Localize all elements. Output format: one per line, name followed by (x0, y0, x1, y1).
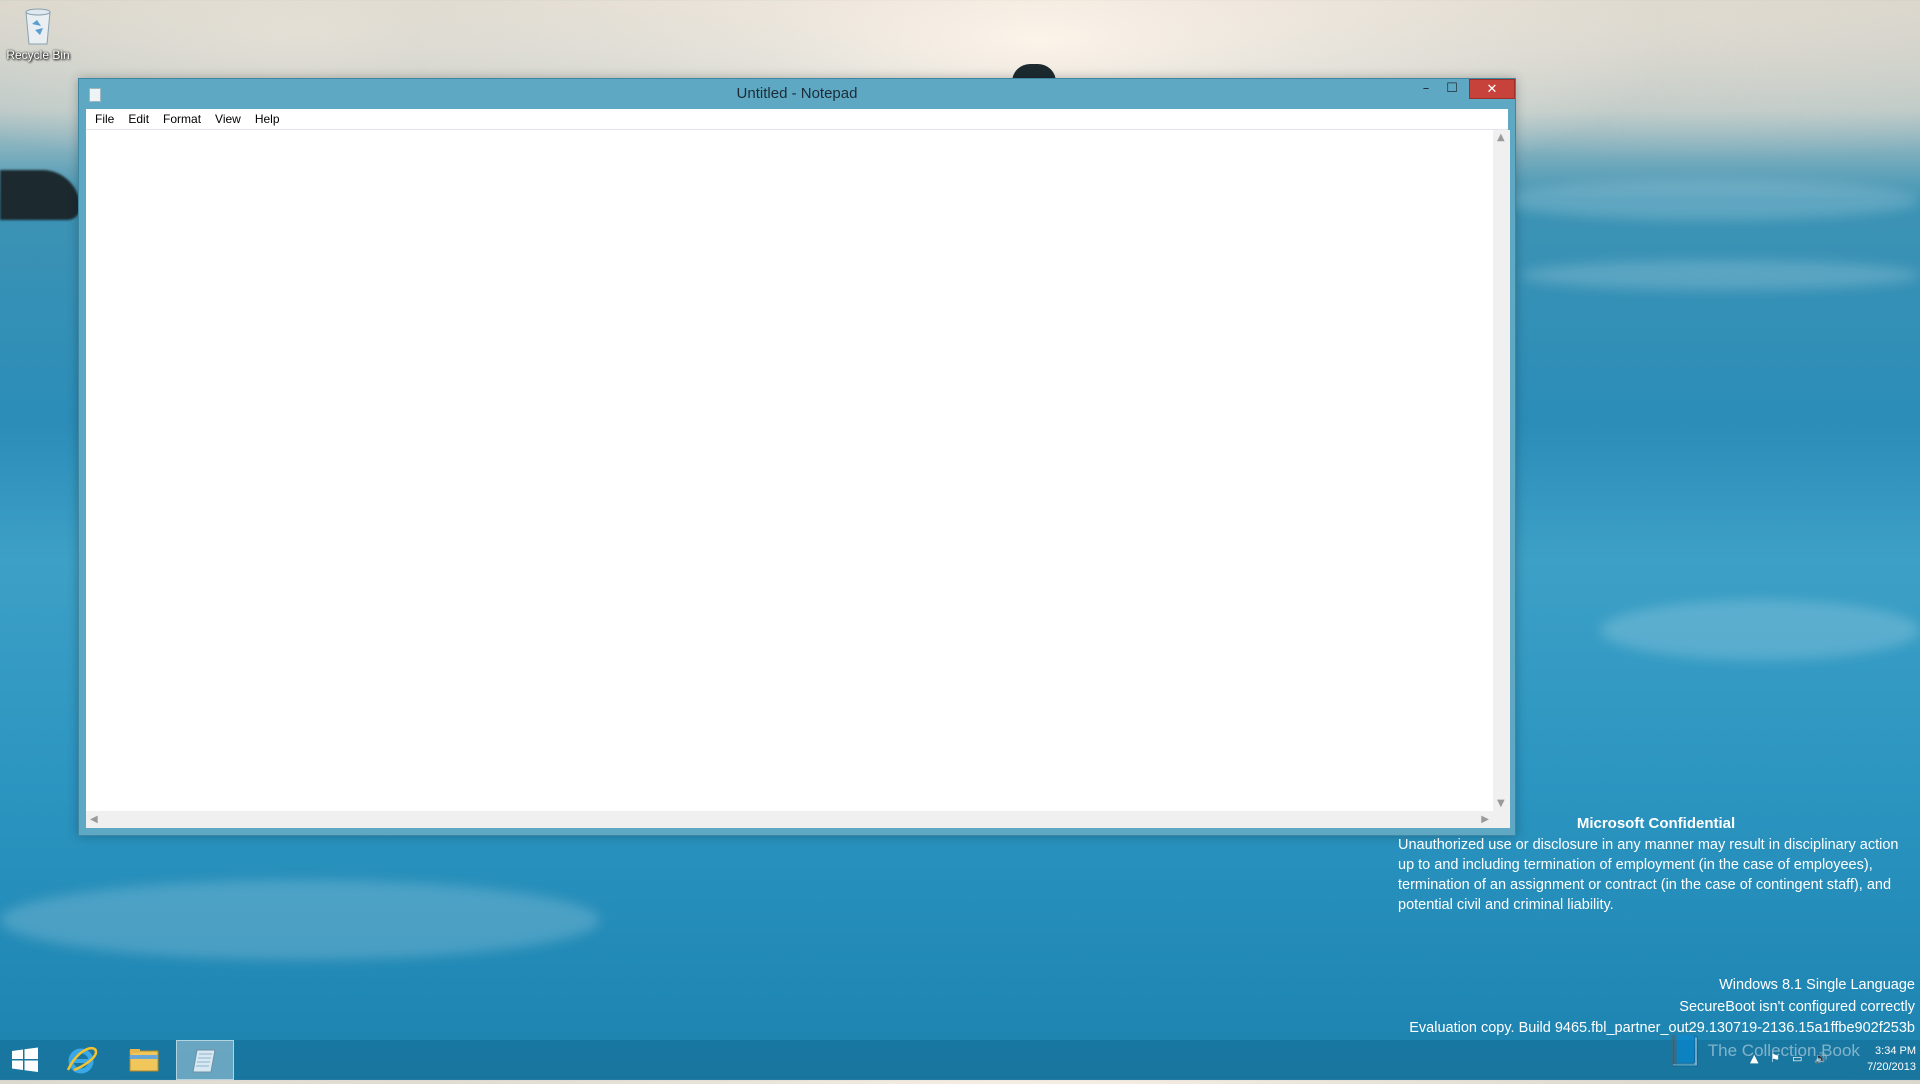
taskbar (0, 1040, 1920, 1080)
edition-text: Windows 8.1 Single Language (1719, 977, 1915, 993)
notepad-taskbar-button[interactable] (176, 1040, 234, 1080)
notepad-window[interactable]: Untitled - Notepad – ☐ ✕ File Edit Forma… (78, 78, 1516, 836)
notice-line: potential civil and criminal liability. (1398, 897, 1614, 913)
internet-explorer-button[interactable] (58, 1040, 108, 1080)
action-center-flag-icon[interactable]: ⚑ (1770, 1052, 1784, 1066)
notice-heading: Microsoft Confidential (1576, 815, 1736, 832)
wallpaper-streak (1600, 600, 1920, 660)
scroll-down-icon[interactable]: ▼ (1497, 798, 1505, 809)
minimize-button[interactable]: – (1413, 79, 1439, 99)
maximize-button[interactable]: ☐ (1439, 79, 1465, 99)
notice-line: Unauthorized use or disclosure in any ma… (1398, 837, 1899, 853)
menu-view[interactable]: View (208, 109, 248, 129)
internet-explorer-icon (66, 1047, 98, 1074)
wallpaper-streak (1500, 180, 1920, 220)
title-bar[interactable]: Untitled - Notepad – ☐ ✕ (79, 79, 1515, 109)
windows-logo-icon (12, 1047, 38, 1072)
close-button[interactable]: ✕ (1469, 79, 1515, 99)
notepad-icon (192, 1049, 216, 1073)
start-button[interactable] (0, 1040, 50, 1080)
vertical-scrollbar[interactable]: ▲ ▼ (1493, 130, 1510, 811)
secureboot-text: SecureBoot isn't configured correctly (1679, 998, 1915, 1015)
file-explorer-button[interactable] (118, 1040, 168, 1080)
recycle-bin[interactable]: Recycle Bin (4, 4, 72, 62)
scroll-left-icon[interactable]: ◀ (90, 814, 98, 825)
recycle-bin-label: Recycle Bin (6, 48, 70, 62)
notice-line: termination of an assignment or contract… (1398, 877, 1892, 893)
show-hidden-icons-icon[interactable]: ▲ (1750, 1052, 1764, 1066)
horizontal-scrollbar[interactable]: ◀ ▶ (86, 811, 1493, 828)
recycle-bin-icon (21, 4, 55, 48)
confidential-notice: Microsoft Confidential Unauthorized use … (1398, 814, 1914, 915)
notice-line: up to and including termination of emplo… (1398, 857, 1873, 873)
wallpaper-rock (0, 170, 80, 220)
menu-bar: File Edit Format View Help (86, 109, 1508, 130)
text-editor-area[interactable] (86, 130, 1493, 811)
clock-time: 3:34 PM (1875, 1045, 1916, 1057)
scroll-up-icon[interactable]: ▲ (1497, 132, 1505, 143)
menu-format[interactable]: Format (156, 109, 208, 129)
clock-date: 7/20/2013 (1867, 1061, 1916, 1073)
build-info: Windows 8.1 Single Language SecureBoot i… (1409, 975, 1915, 1040)
window-title: Untitled - Notepad (736, 85, 858, 102)
file-explorer-icon (129, 1049, 159, 1072)
watermark-book-icon: 📘 (1666, 1035, 1704, 1068)
wallpaper-streak (1520, 260, 1920, 290)
wallpaper-streak (0, 880, 600, 960)
menu-help[interactable]: Help (248, 109, 287, 129)
network-icon[interactable]: ▭ (1792, 1052, 1806, 1066)
volume-icon[interactable]: 🔊 (1814, 1052, 1828, 1066)
menu-file[interactable]: File (88, 109, 121, 129)
menu-edit[interactable]: Edit (121, 109, 156, 129)
clock[interactable]: 3:34 PM 7/20/2013 (1840, 1043, 1916, 1075)
